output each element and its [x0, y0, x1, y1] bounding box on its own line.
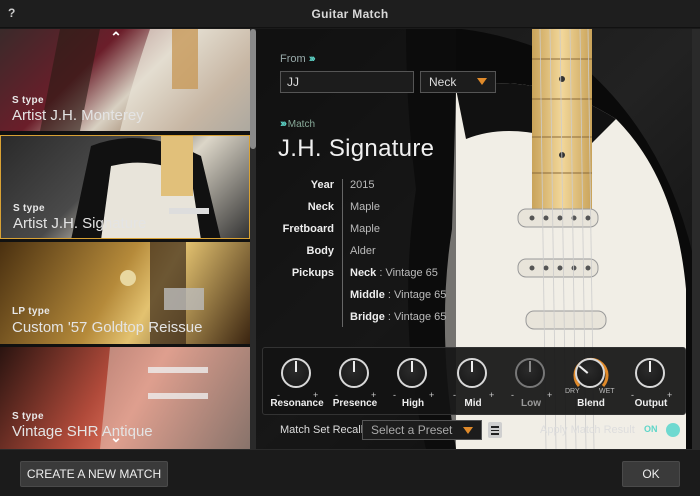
spec-key: Pickups: [291, 267, 334, 279]
list-item-artist-jh-signature[interactable]: S type Artist J.H. Signature: [0, 135, 250, 239]
tone-knob-panel: - + Resonance - + Presence - + High - + Mid …: [262, 347, 686, 415]
pickup-name: Middle: [350, 289, 385, 301]
pickup-model: Vintage 65: [394, 289, 447, 301]
blend-knob[interactable]: DRY WET Blend: [563, 354, 619, 412]
knob-label: Presence: [332, 398, 378, 409]
item-name-label: Custom '57 Goldtop Reissue: [12, 319, 203, 336]
knob-dial[interactable]: [575, 358, 605, 388]
knob-label: Blend: [577, 398, 605, 409]
spec-row-pickups-bridge: Bridge : Vintage 65: [280, 311, 580, 325]
dropdown-arrow-icon: [463, 427, 473, 434]
toggle-state-label: ON: [644, 424, 658, 434]
knob-label: Output: [634, 398, 668, 409]
pickup-name: Bridge: [350, 311, 385, 323]
knob-label: Mid: [464, 398, 482, 409]
item-type-label: S type: [12, 95, 44, 106]
apply-match-toggle[interactable]: ON: [642, 422, 680, 438]
ok-button[interactable]: OK: [622, 461, 680, 487]
knob-dial[interactable]: [281, 358, 311, 388]
scroll-up-chevron-icon[interactable]: ⌃: [106, 29, 126, 47]
footer-bar: CREATE A NEW MATCH OK: [0, 449, 700, 496]
item-name-label: Artist J.H. Monterey: [12, 107, 144, 124]
window-title: Guitar Match: [311, 7, 389, 21]
knob-label: High: [401, 398, 425, 409]
from-label: From ›››: [280, 53, 316, 65]
item-name-label: Artist J.H. Signature: [13, 215, 147, 232]
pickup-model: Vintage 65: [385, 267, 438, 279]
spec-value: Bridge : Vintage 65: [350, 311, 447, 323]
knob-dial[interactable]: [397, 358, 427, 388]
guitar-list: S type Artist J.H. Monterey ⌃ S type Art…: [0, 29, 256, 449]
spec-value: 2015: [350, 179, 375, 191]
spec-row-body: Body Alder: [280, 245, 580, 259]
spec-key: Year: [310, 179, 334, 191]
spec-key: Fretboard: [282, 223, 334, 235]
blend-wet-label: WET: [599, 388, 615, 395]
item-type-label: S type: [12, 411, 44, 422]
mid-knob[interactable]: - + Mid: [445, 354, 501, 412]
knob-dial[interactable]: [515, 358, 545, 388]
from-guitar-input[interactable]: JJ: [280, 71, 414, 93]
pickup-name: Neck: [350, 267, 377, 279]
match-detail-panel: From ››› JJ Neck ››› Match J.H. Signatur…: [256, 29, 700, 449]
match-set-recall-label: Match Set Recall: [280, 424, 364, 436]
item-type-label: LP type: [12, 306, 51, 317]
chevrons-right-icon: ›››: [280, 118, 287, 130]
pickup-model: Vintage 65: [394, 311, 447, 323]
spec-row-year: Year 2015: [280, 179, 580, 193]
spec-row-pickups-neck: Pickups Neck : Vintage 65: [280, 267, 580, 281]
spec-row-pickups-middle: Middle : Vintage 65: [280, 289, 580, 303]
title-bar: ? Guitar Match: [0, 0, 700, 28]
spec-value: Middle : Vintage 65: [350, 289, 447, 301]
spec-value: Maple: [350, 201, 380, 213]
spec-key: Body: [306, 245, 335, 257]
spec-value: Alder: [350, 245, 376, 257]
toggle-knob: [666, 423, 680, 437]
output-knob[interactable]: - + Output: [623, 354, 679, 412]
knob-dial[interactable]: [457, 358, 487, 388]
blend-dry-label: DRY: [565, 388, 580, 395]
preset-select[interactable]: Select a Preset: [362, 420, 482, 440]
item-name-label: Vintage SHR Antique: [12, 423, 153, 440]
dropdown-arrow-icon: [477, 78, 487, 85]
pickup-position-select[interactable]: Neck: [420, 71, 496, 93]
spec-row-fretboard: Fretboard Maple: [280, 223, 580, 237]
apply-match-result-label: Apply Match Result: [540, 424, 635, 436]
presence-knob[interactable]: - + Presence: [327, 354, 383, 412]
chevrons-right-icon: ›››: [308, 53, 316, 65]
create-new-match-button[interactable]: CREATE A NEW MATCH: [20, 461, 168, 487]
knob-dial[interactable]: [635, 358, 665, 388]
high-knob[interactable]: - + High: [385, 354, 441, 412]
scroll-down-chevron-icon[interactable]: ⌄: [106, 429, 126, 447]
list-item-custom-57-goldtop[interactable]: LP type Custom '57 Goldtop Reissue: [0, 242, 250, 344]
resonance-knob[interactable]: - + Resonance: [269, 354, 325, 412]
preset-list-icon[interactable]: [488, 422, 502, 438]
spec-key: Neck: [307, 201, 334, 213]
match-title: J.H. Signature: [278, 135, 435, 162]
item-type-label: S type: [13, 203, 45, 214]
spec-value: Neck : Vintage 65: [350, 267, 438, 279]
match-label: ››› Match: [280, 118, 316, 130]
spec-row-neck: Neck Maple: [280, 201, 580, 215]
knob-label: Low: [521, 398, 541, 409]
knob-dial[interactable]: [339, 358, 369, 388]
low-knob[interactable]: - + Low: [503, 354, 559, 412]
spec-value: Maple: [350, 223, 380, 235]
knob-label: Resonance: [270, 398, 324, 409]
